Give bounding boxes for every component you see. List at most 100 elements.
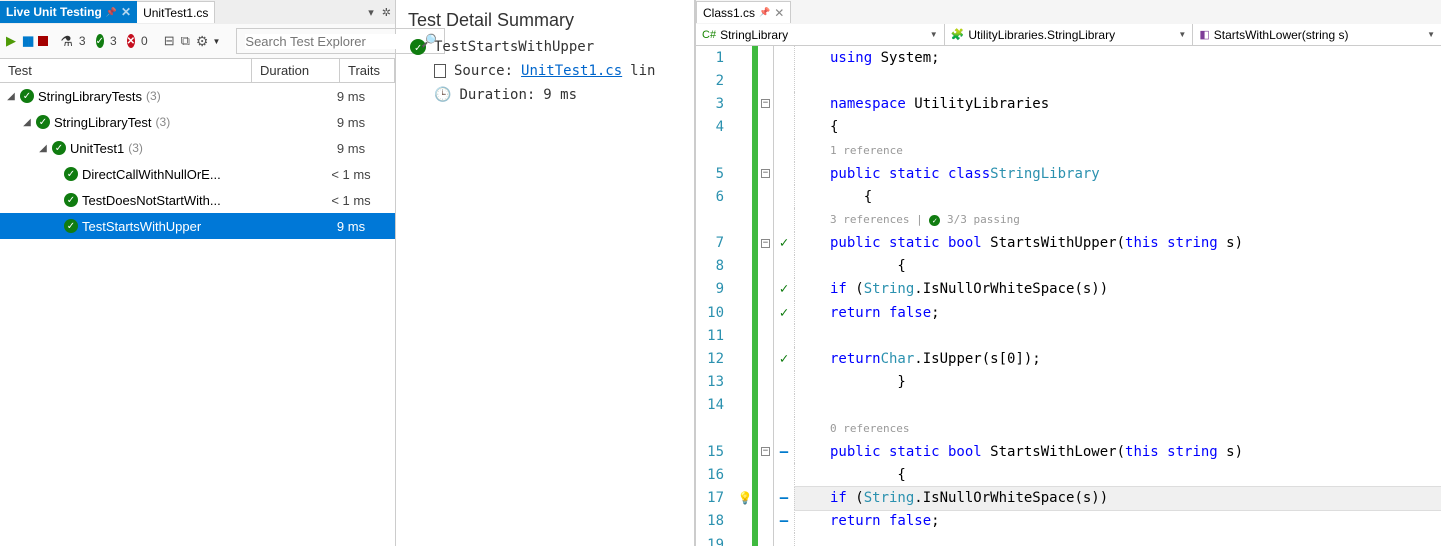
pass-icon: ✓	[20, 89, 34, 103]
chevron-down-icon: ▼	[1427, 30, 1435, 39]
play-button[interactable]: ▶	[6, 33, 16, 49]
playlist-button[interactable]: ⧉	[181, 33, 190, 49]
flask-icon[interactable]: ⚗	[60, 33, 73, 50]
pass-icon: ✓	[64, 193, 78, 207]
nav-c-label: StartsWithLower(string s)	[1214, 28, 1349, 42]
fold-icon[interactable]: −	[761, 239, 770, 248]
code-line[interactable]: public static class StringLibrary	[794, 162, 1441, 185]
test-row[interactable]: ◢✓ UnitTest1 (3)9 ms	[0, 135, 395, 161]
code-lens[interactable]: 0 references	[830, 422, 909, 435]
covered-icon: ✓	[780, 281, 788, 297]
code-line[interactable]: {	[794, 463, 1441, 486]
document-icon	[434, 64, 446, 78]
code-line[interactable]: namespace UtilityLibraries	[794, 92, 1441, 115]
nav-project[interactable]: C# StringLibrary ▼	[696, 24, 945, 45]
test-duration: 9 ms	[307, 219, 395, 234]
col-traits[interactable]: Traits	[340, 59, 395, 82]
code-area[interactable]: using System;namespace UtilityLibraries{…	[794, 46, 1441, 546]
code-lens[interactable]: 3 references | ✓ 3/3 passing	[830, 213, 1020, 226]
pass-icon: ✓	[52, 141, 66, 155]
code-line[interactable]: {	[794, 255, 1441, 278]
code-line[interactable]: public static bool StartsWithLower(this …	[794, 440, 1441, 463]
nav-a-label: StringLibrary	[720, 28, 788, 42]
code-line[interactable]: 1 reference	[794, 139, 1441, 162]
duration-value: 9 ms	[543, 87, 577, 103]
nav-member[interactable]: ◧ StartsWithLower(string s) ▼	[1193, 24, 1441, 45]
pin-icon[interactable]: 📌	[106, 7, 117, 18]
duration-label: Duration:	[459, 87, 535, 103]
detail-test-name: TestStartsWithUpper	[434, 39, 594, 55]
pass-icon[interactable]: ✓	[96, 34, 104, 48]
test-row[interactable]: ✓ TestStartsWithUpper 9 ms	[0, 213, 395, 239]
test-duration: < 1 ms	[307, 167, 395, 182]
code-line[interactable]: {	[794, 116, 1441, 139]
test-row[interactable]: ◢✓ StringLibraryTests (3)9 ms	[0, 83, 395, 109]
close-icon[interactable]: ✕	[121, 5, 131, 19]
code-line[interactable]: 3 references | ✓ 3/3 passing	[794, 208, 1441, 231]
col-duration[interactable]: Duration	[252, 59, 340, 82]
column-header: Test Duration Traits	[0, 59, 395, 83]
code-line[interactable]: }	[794, 371, 1441, 394]
gear-icon[interactable]: ✲	[378, 6, 395, 19]
pin-icon[interactable]: 📌	[759, 7, 770, 18]
test-toolbar: ▶ ▮▮ ⚗ 3 ✓ 3 ✕ 0 ⊟ ⧉ ⚙ ▼ 🔍	[0, 24, 395, 59]
fail-icon[interactable]: ✕	[127, 34, 135, 48]
detail-test-name-row: ✓ TestStartsWithUpper	[396, 35, 694, 59]
code-line[interactable]: return false;	[794, 301, 1441, 324]
code-line[interactable]: return Char.IsUpper(s[0]);	[794, 347, 1441, 370]
fold-icon[interactable]: −	[761, 99, 770, 108]
group-button[interactable]: ⊟	[164, 33, 175, 49]
method-icon: ◧	[1199, 28, 1209, 41]
code-line[interactable]	[794, 394, 1441, 417]
code-editor[interactable]: 12345678910111213141516171819 💡 −−−− ✓✓✓…	[696, 46, 1441, 546]
uncovered-icon: —	[780, 513, 788, 529]
code-lens[interactable]: 1 reference	[830, 144, 903, 157]
chevron-down-icon[interactable]: ▼	[212, 37, 220, 46]
code-line[interactable]	[794, 533, 1441, 546]
search-input[interactable]	[245, 34, 421, 49]
check-gutter: ✓✓✓✓———	[774, 46, 794, 546]
test-row[interactable]: ✓ TestDoesNotStartWith... < 1 ms	[0, 187, 395, 213]
fold-icon[interactable]: −	[761, 169, 770, 178]
search-icon[interactable]: 🔍	[421, 33, 437, 49]
tab-class1[interactable]: Class1.cs 📌 ✕	[696, 1, 791, 23]
code-line[interactable]	[794, 69, 1441, 92]
code-line[interactable]: using System;	[794, 46, 1441, 69]
tab-label: Class1.cs	[703, 6, 755, 20]
test-tree[interactable]: ◢✓ StringLibraryTests (3)9 ms◢✓ StringLi…	[0, 83, 395, 546]
tab-unittest1[interactable]: UnitTest1.cs	[137, 1, 215, 23]
covered-icon: ✓	[780, 235, 788, 251]
nav-b-label: UtilityLibraries.StringLibrary	[968, 28, 1115, 42]
pass-icon: ✓	[64, 219, 78, 233]
pass-count: 3	[110, 34, 117, 48]
source-suffix: lin	[630, 63, 655, 79]
code-line[interactable]: if (String.IsNullOrWhiteSpace(s))	[794, 487, 1441, 510]
dropdown-icon[interactable]: ▾	[364, 6, 378, 19]
detail-title: Test Detail Summary	[396, 0, 694, 35]
col-test[interactable]: Test	[0, 59, 252, 82]
settings-button[interactable]: ⚙	[196, 33, 209, 49]
nav-class[interactable]: 🧩 UtilityLibraries.StringLibrary ▼	[945, 24, 1194, 45]
close-icon[interactable]: ✕	[774, 6, 784, 20]
fold-gutter[interactable]: − − − −	[758, 46, 774, 546]
lightbulb-icon[interactable]: 💡	[738, 491, 753, 505]
covered-icon: ✓	[780, 351, 788, 367]
code-line[interactable]: public static bool StartsWithUpper(this …	[794, 232, 1441, 255]
csharp-icon: C#	[702, 29, 716, 41]
code-line[interactable]: return false;	[794, 510, 1441, 533]
code-line[interactable]: {	[794, 185, 1441, 208]
test-row[interactable]: ✓ DirectCallWithNullOrE... < 1 ms	[0, 161, 395, 187]
pass-icon: ✓	[64, 167, 78, 181]
tab-label: Live Unit Testing	[6, 5, 102, 19]
source-link[interactable]: UnitTest1.cs	[521, 63, 622, 79]
class-icon: 🧩	[951, 28, 965, 41]
code-line[interactable]: if (String.IsNullOrWhiteSpace(s))	[794, 278, 1441, 301]
test-duration: < 1 ms	[307, 193, 395, 208]
code-line[interactable]: 0 references	[794, 417, 1441, 440]
fold-icon[interactable]: −	[761, 447, 770, 456]
pause-button[interactable]: ▮▮	[22, 33, 32, 49]
tab-live-unit-testing[interactable]: Live Unit Testing 📌 ✕	[0, 1, 137, 23]
code-line[interactable]	[794, 324, 1441, 347]
test-row[interactable]: ◢✓ StringLibraryTest (3)9 ms	[0, 109, 395, 135]
stop-button[interactable]	[38, 33, 48, 49]
